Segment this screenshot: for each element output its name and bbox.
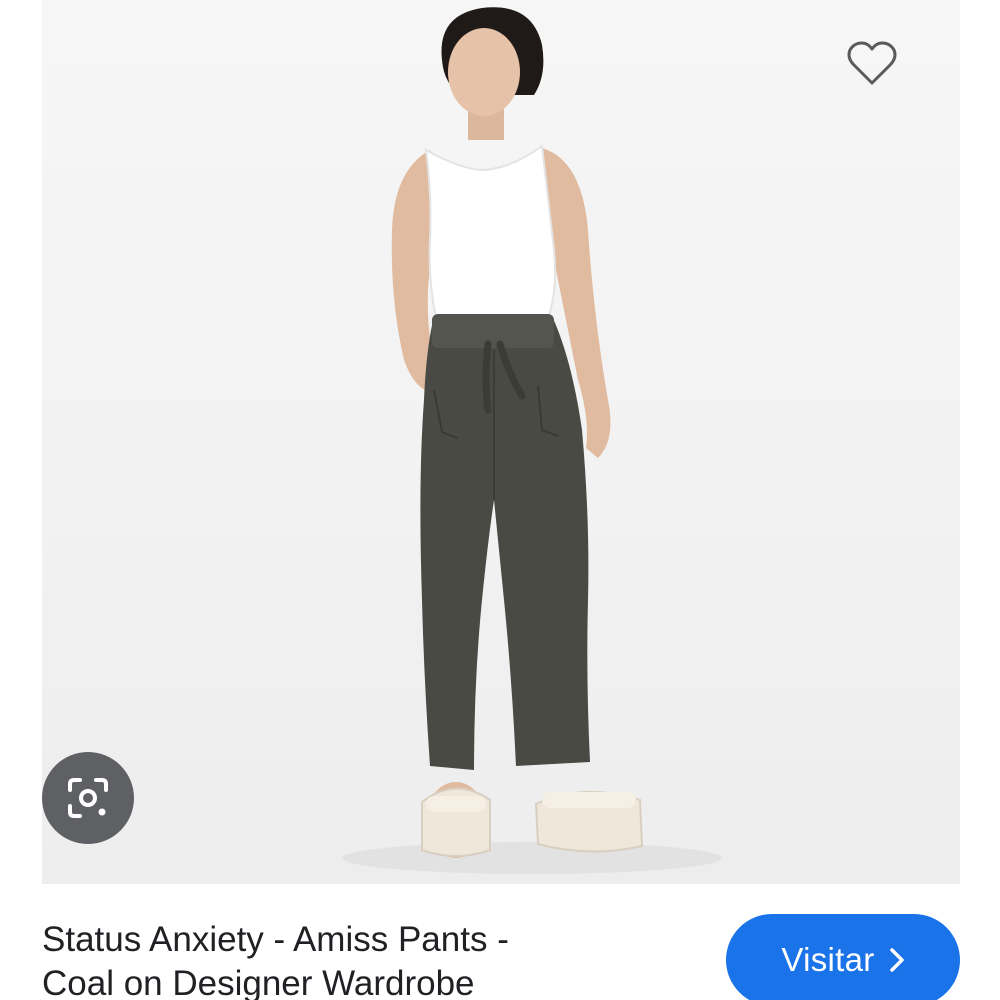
result-title[interactable]: Status Anxiety - Amiss Pants - Coal on D… [42, 918, 682, 1000]
product-image-area [0, 0, 1000, 884]
visit-button-label: Visitar [781, 941, 875, 978]
product-photo[interactable] [42, 0, 960, 884]
heart-outline-icon [847, 41, 897, 85]
model-illustration [342, 7, 722, 874]
favorite-button[interactable] [842, 38, 902, 90]
google-lens-icon [68, 778, 108, 818]
chevron-right-icon [889, 948, 904, 972]
result-page: Status Anxiety - Amiss Pants - Coal on D… [0, 0, 1000, 1000]
lens-search-button[interactable] [42, 752, 134, 844]
visit-button[interactable]: Visitar [726, 914, 960, 1000]
